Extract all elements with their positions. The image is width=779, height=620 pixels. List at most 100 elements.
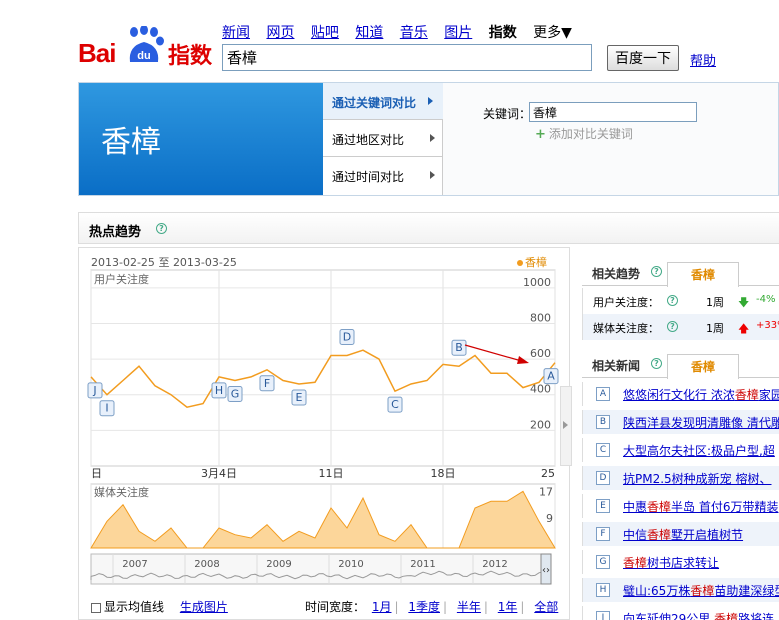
news-link[interactable]: 香樟树书店求转让 xyxy=(623,556,719,570)
x-tick-label: 25 xyxy=(541,467,555,480)
date-from: 2013-02-25 xyxy=(91,256,155,269)
news-link[interactable]: 璧山:65万株香樟苗助建深绿型 xyxy=(623,584,779,598)
generate-image-link[interactable]: 生成图片 xyxy=(180,600,228,614)
trend-row-media: 媒体关注度： ? 1周 🡅 +33% xyxy=(582,314,779,340)
tab-compare-time[interactable]: 通过时间对比 xyxy=(323,157,443,195)
related-news-header: 相关新闻 ? 香樟 xyxy=(582,350,779,379)
news-link[interactable]: 大型高尔夫社区:极品户型,超 xyxy=(623,444,775,458)
time-option-1q[interactable]: 1季度 xyxy=(408,600,440,614)
help-question-icon[interactable]: ? xyxy=(667,321,678,332)
show-avg-checkbox[interactable] xyxy=(91,602,101,613)
hot-trend-header: 热点趋势 ? xyxy=(78,212,779,244)
event-marker-label: B xyxy=(455,341,463,354)
search-input[interactable] xyxy=(222,44,592,71)
trend-chart-svg[interactable]: 日 3月4日 11日 18日 252004006008001000用户关注度JIH GFE… xyxy=(79,248,571,593)
add-keyword-label: 添加对比关键词 xyxy=(548,127,633,141)
date-sep: 至 xyxy=(158,256,170,269)
overview-year-label: 2011 xyxy=(410,559,435,570)
event-marker: G xyxy=(227,385,243,402)
plus-icon: + xyxy=(535,127,546,142)
help-question-icon[interactable]: ? xyxy=(667,295,678,306)
event-marker-label: G xyxy=(231,387,240,400)
help-question-icon[interactable]: ? xyxy=(156,223,167,234)
news-item: G 香樟树书店求转让 xyxy=(582,550,779,574)
y-tick-label: 600 xyxy=(530,347,551,360)
trend-row-label: 媒体关注度： xyxy=(593,322,659,335)
news-marker: E xyxy=(596,499,610,513)
media-y-tick-label: 9 xyxy=(546,512,553,525)
event-marker-label: H xyxy=(215,384,223,397)
time-option-all[interactable]: 全部 xyxy=(534,600,558,614)
news-link[interactable]: 中信香樟墅开启植树节 xyxy=(623,528,743,542)
legend-dot-icon xyxy=(517,260,523,266)
add-keyword-link[interactable]: + 添加对比关键词 xyxy=(535,125,633,142)
trend-row-change: -4% xyxy=(756,294,776,305)
logo-du-text: du xyxy=(137,50,150,62)
news-link[interactable]: 中惠香樟半岛 首付6万带精装 xyxy=(623,500,778,514)
help-question-icon[interactable]: ? xyxy=(651,266,662,277)
date-range: 2013-02-25 至 2013-03-25 xyxy=(91,254,237,270)
news-marker: H xyxy=(596,583,610,597)
logo-product: 指数 xyxy=(168,44,213,69)
compare-panel: 香樟 通过关键词对比 通过地区对比 通过时间对比 关键词： +添加对比关键词 xyxy=(78,82,779,196)
trend-row-period: 1周 xyxy=(706,296,724,309)
event-marker: D xyxy=(339,329,355,346)
x-tick-label: 3月4日 xyxy=(201,467,237,480)
overview-year-label: 2008 xyxy=(194,559,219,570)
overview-year-label: 2012 xyxy=(482,559,507,570)
media-ylabel: 媒体关注度 xyxy=(94,485,149,499)
tab-compare-region[interactable]: 通过地区对比 xyxy=(323,120,443,157)
event-marker-label: E xyxy=(296,391,303,404)
chevron-right-icon xyxy=(563,421,568,429)
chevron-right-icon xyxy=(430,134,435,142)
news-marker: A xyxy=(596,387,610,401)
event-marker-label: F xyxy=(264,377,270,390)
help-link[interactable]: 帮助 xyxy=(690,50,716,69)
event-marker: H xyxy=(211,382,227,399)
news-marker: I xyxy=(596,611,610,620)
range-handle-grip-icon: ‹› xyxy=(542,565,550,576)
event-marker: C xyxy=(387,396,403,413)
news-link[interactable]: 陕西洋县发现明清雕像 清代雕 xyxy=(623,416,779,430)
time-option-1y[interactable]: 1年 xyxy=(498,600,518,614)
event-marker-label: A xyxy=(547,370,555,383)
search-button[interactable]: 百度一下 xyxy=(607,45,679,71)
news-link[interactable]: 抗PM2.5树种成新宠 榕树、 xyxy=(623,472,772,486)
nav-item-web[interactable]: 网页 xyxy=(266,25,294,41)
trend-row-user: 用户关注度： ? 1周 🡇 -4% xyxy=(582,288,779,314)
news-link[interactable]: 向东延伸29公里 香樟路将连上 xyxy=(623,612,779,620)
help-question-icon[interactable]: ? xyxy=(651,358,662,369)
baidu-logo[interactable]: Bai du 指数 xyxy=(78,26,214,70)
related-trend-keyword-tab[interactable]: 香樟 xyxy=(667,262,739,287)
news-item: E 中惠香樟半岛 首付6万带精装 xyxy=(582,494,779,518)
event-marker: I xyxy=(99,400,115,417)
tab-compare-keyword[interactable]: 通过关键词对比 xyxy=(323,83,443,120)
news-item: H 璧山:65万株香樟苗助建深绿型 xyxy=(582,578,779,602)
keyword-banner-text: 香樟 xyxy=(101,125,161,160)
media-y-tick-label: 17 xyxy=(539,485,553,498)
event-marker: E xyxy=(291,389,307,406)
time-width-selector: 时间宽度： 1月 | 1季度 | 半年 | 1年 | 全部 xyxy=(305,600,559,614)
x-tick-label: 18日 xyxy=(431,467,456,480)
arrow-down-icon: 🡇 xyxy=(738,296,750,309)
nav-more-menu[interactable]: 更多▼ xyxy=(533,25,572,41)
news-marker: C xyxy=(596,443,610,457)
paw-logo-icon: du xyxy=(129,26,164,62)
time-option-half-year[interactable]: 半年 xyxy=(457,600,481,614)
keyword-banner: 香樟 xyxy=(79,83,323,195)
keyword-input[interactable] xyxy=(529,102,697,122)
collapse-right-panel-button[interactable] xyxy=(560,386,572,466)
nav-item-tieba[interactable]: 贴吧 xyxy=(311,25,339,41)
nav-item-news[interactable]: 新闻 xyxy=(222,25,250,41)
trend-row-period: 1周 xyxy=(706,322,724,335)
tab-label: 通过地区对比 xyxy=(332,133,405,147)
news-item: F 中信香樟墅开启植树节 xyxy=(582,522,779,546)
news-highlight: 香樟 xyxy=(623,556,648,570)
news-link[interactable]: 悠悠闲行文化行 浓浓香樟家园 xyxy=(623,388,779,402)
related-news-keyword-tab[interactable]: 香樟 xyxy=(667,354,739,379)
main-ylabel: 用户关注度 xyxy=(94,272,149,286)
nav-item-images[interactable]: 图片 xyxy=(444,25,472,41)
nav-item-music[interactable]: 音乐 xyxy=(400,25,428,41)
time-option-1m[interactable]: 1月 xyxy=(372,600,392,614)
nav-item-zhidao[interactable]: 知道 xyxy=(355,25,383,41)
